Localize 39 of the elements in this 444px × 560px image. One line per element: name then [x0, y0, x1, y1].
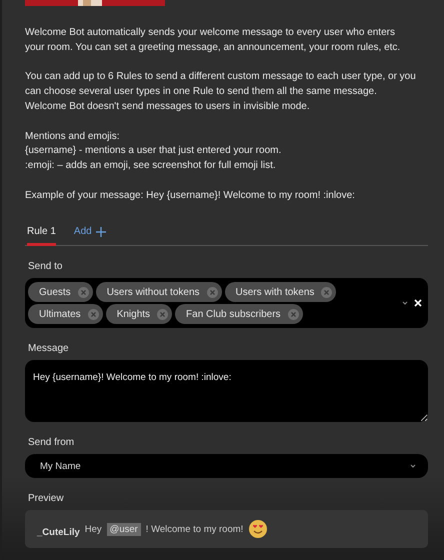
recipients-field[interactable]: Guests Users without tokens Users with tokens Ultimates Knights Fan Club subscribers: [25, 278, 428, 328]
intro-text: can choose several user types in one Rule to send them all the same message.: [25, 85, 378, 100]
send-from-label: Send from: [28, 437, 76, 448]
intro-text: Welcome Bot doesn't send messages to users in invisible mode.: [25, 100, 311, 114]
remove-icon[interactable]: [78, 286, 89, 298]
sender-select[interactable]: My Name: [25, 454, 428, 478]
intro-text: Welcome Bot automatically sends your welcome message to every user who enters: [25, 26, 396, 40]
remove-icon[interactable]: [88, 308, 99, 320]
preview-label: Preview: [28, 493, 65, 504]
message-field[interactable]: Hey {username}! Welcome to my room! :inlove:: [25, 360, 428, 422]
message-label: Message: [28, 343, 70, 354]
clear-icon[interactable]: [414, 299, 422, 308]
remove-icon[interactable]: [206, 286, 218, 298]
sender-name: _CuteLily: [37, 526, 80, 538]
caret-icon[interactable]: [402, 301, 408, 306]
intro-text: Example of your message: Hey {username}! Welcome to my room! :inlove:: [25, 188, 356, 203]
intro-text: You can add up to 6 Rules to send a different custom message to each user type, or you: [25, 70, 417, 84]
user-type-chip: Knights: [106, 304, 172, 324]
plus-icon: [96, 226, 106, 237]
caret-icon: [410, 464, 416, 468]
user-type-chip: Fan Club subscribers: [175, 304, 303, 324]
user-type-chip: Users with tokens: [224, 282, 336, 302]
remove-icon[interactable]: [321, 286, 332, 298]
intro-text: {username} - mentions a user that just entered your room.: [25, 144, 282, 158]
intro-text: :emoji: – adds an emoji, see screenshot for full emoji list.: [25, 158, 277, 173]
remove-icon[interactable]: [157, 308, 168, 320]
mention-tag: @user: [106, 522, 141, 536]
preview-text: Hey: [84, 524, 102, 535]
user-type-chip: Ultimates: [28, 304, 103, 324]
rule-tab[interactable]: Rule 1: [27, 226, 56, 246]
preview-text: ! Welcome to my room!: [146, 524, 244, 535]
add-tab[interactable]: Add: [74, 226, 106, 246]
intro-text: your room. You can set a greeting message, an announcement, your room rules, etc.: [25, 40, 402, 55]
intro-text: Mentions and emojis:: [25, 130, 120, 144]
remove-icon[interactable]: [288, 308, 299, 320]
user-type-chip: Guests: [28, 282, 93, 302]
heart-eyes-emoji-icon: [248, 519, 268, 540]
user-type-chip: Users without tokens: [96, 282, 222, 302]
send-to-label: Send to: [28, 261, 64, 272]
